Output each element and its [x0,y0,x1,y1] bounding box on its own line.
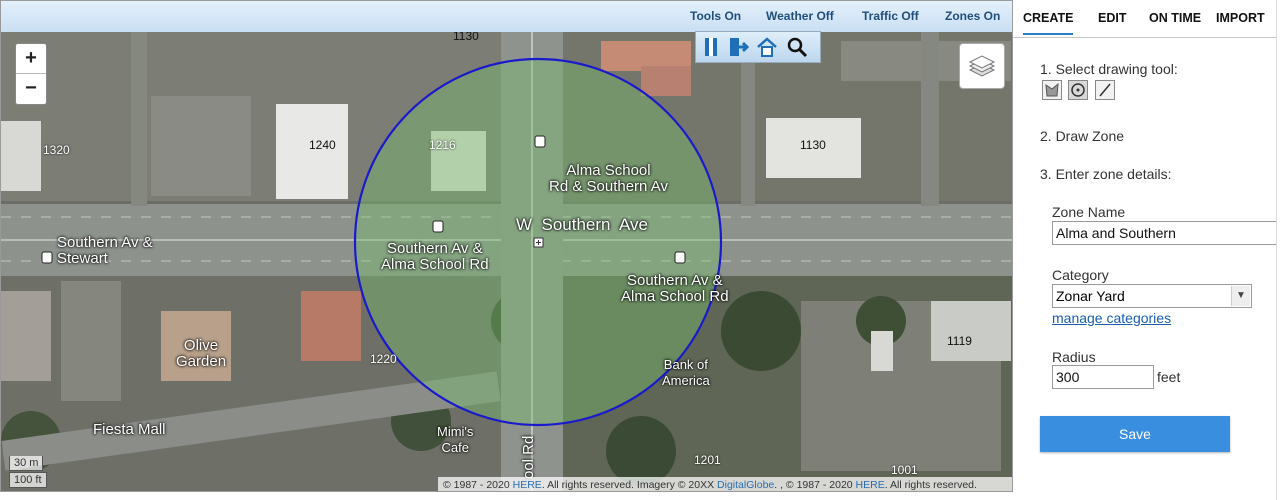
here-link[interactable]: HERE [513,479,542,491]
building-number: 1201 [694,453,721,467]
step-1-label: 1. Select drawing tool: [1040,61,1178,77]
label-alma-school-rd: ool Rd [520,435,537,479]
map-toolbar: Tools On Weather Off Traffic Off Zones O… [1,1,1012,32]
label-southern-alma-east: Southern Av & Alma School Rd [621,272,729,305]
label-fiesta-mall: Fiesta Mall [93,421,166,438]
export-icon[interactable] [727,36,750,58]
tools-toggle[interactable]: Tools On [690,9,741,23]
building-number: 1216 [429,138,456,152]
category-label: Category [1052,267,1109,283]
building-number: 1240 [309,138,336,152]
line-icon [1099,83,1111,97]
copyright-text: . All rights reserved. [884,479,977,491]
label-mimis-cafe: Mimi's Cafe [437,424,474,455]
copyright-text: . , © 1987 - 2020 [774,479,856,491]
home-icon[interactable] [756,36,778,58]
label-southern-stewart: Southern Av & Stewart [57,234,153,267]
zones-toggle[interactable]: Zones On [945,9,1000,23]
line-tool-button[interactable] [1095,80,1115,100]
label-alma-stop-north: Alma School Rd & Southern Av [549,162,668,195]
chevron-down-icon[interactable]: ▼ [1231,286,1250,306]
map-view[interactable]: Southern Av & Stewart W Southern Ave Alm… [0,0,1013,492]
search-icon[interactable] [786,36,808,58]
layers-button[interactable] [959,43,1005,89]
zoom-out-button[interactable]: − [16,73,46,103]
building-number: 1130 [800,138,826,152]
category-value: Zonar Yard [1056,288,1125,304]
building-number: 1220 [370,352,397,366]
step-2-label: 2. Draw Zone [1040,128,1125,144]
bookmark-icon[interactable] [700,36,722,58]
digitalglobe-link[interactable]: DigitalGlobe [717,479,774,491]
circle-tool-button[interactable] [1068,80,1088,100]
label-southern-alma-west: Southern Av & Alma School Rd [381,240,489,273]
tab-on-time[interactable]: ON TIME [1149,11,1201,25]
step-3-label: 3. Enter zone details: [1040,166,1172,182]
tab-import[interactable]: IMPORT [1216,11,1265,25]
label-w-southern-ave: W Southern Ave [516,215,648,234]
traffic-toggle[interactable]: Traffic Off [862,9,919,23]
polygon-tool-button[interactable] [1042,80,1062,100]
weather-toggle[interactable]: Weather Off [766,9,834,23]
category-select[interactable]: Zonar Yard ▼ [1052,284,1252,308]
panel-tabs: CREATE EDIT ON TIME IMPORT [1013,0,1285,38]
map-copyright: © 1987 - 2020 HERE. All rights reserved.… [438,477,1012,491]
scale-feet: 100 ft [9,472,47,488]
panel-edge [1276,0,1285,500]
building-number: 1320 [43,143,70,157]
zoom-in-button[interactable]: + [16,44,46,73]
radius-input[interactable]: 300 [1052,365,1154,389]
label-bank-of-america: Bank of America [662,357,710,388]
here-link[interactable]: HERE [856,479,885,491]
manage-categories-link[interactable]: manage categories [1052,310,1171,326]
zone-panel: CREATE EDIT ON TIME IMPORT 1. Select dra… [1013,0,1285,500]
building-number: 1001 [891,463,918,477]
tab-edit[interactable]: EDIT [1098,11,1126,25]
label-olive-garden: Olive Garden [176,337,227,370]
copyright-text: . All rights reserved. Imagery © 20XX [541,479,718,491]
radius-unit: feet [1157,369,1181,385]
layers-icon [968,55,996,77]
radius-label: Radius [1052,349,1096,365]
map-tools [695,31,821,63]
scale-meters: 30 m [9,456,44,471]
zone-name-label: Zone Name [1052,204,1126,220]
copyright-text: © 1987 - 2020 [443,479,513,491]
tab-create[interactable]: CREATE [1023,11,1074,35]
circle-icon [1071,83,1085,97]
save-button[interactable]: Save [1040,416,1230,452]
polygon-icon [1045,82,1059,97]
building-number: 1119 [947,334,972,348]
zone-name-input[interactable]: Alma and Southern [1052,221,1277,245]
zoom-control: + − [15,43,47,105]
